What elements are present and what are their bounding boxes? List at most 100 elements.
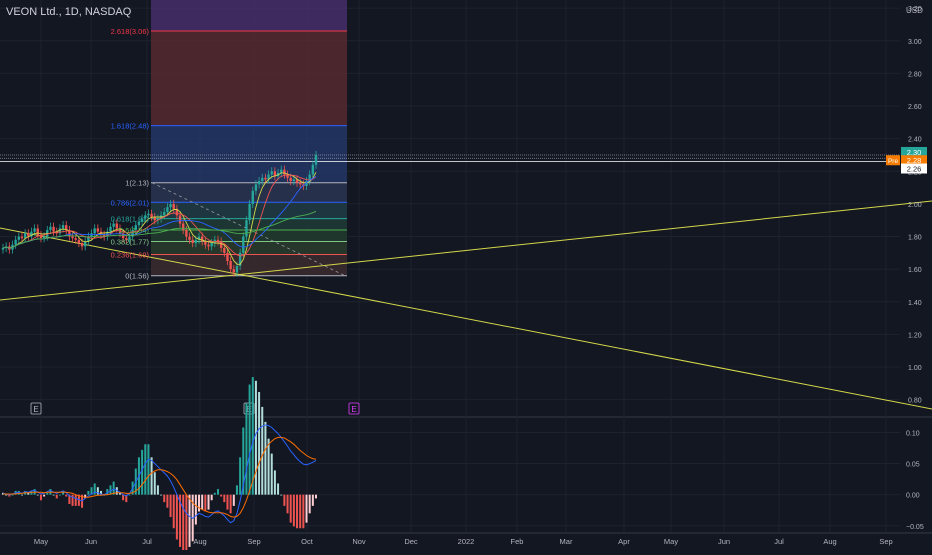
- time-tick-label: Jun: [718, 537, 730, 546]
- macd-histogram-bar: [163, 494, 166, 503]
- candle-body: [178, 215, 182, 224]
- candle-body: [77, 239, 81, 244]
- symbol-title: VEON Ltd., 1D, NASDAQ: [6, 6, 132, 18]
- candle-body: [270, 171, 273, 175]
- time-tick-label: Sep: [247, 537, 260, 546]
- macd-histogram-bar: [20, 494, 23, 496]
- time-tick-label: Dec: [404, 537, 418, 546]
- time-tick-label: Jun: [85, 537, 97, 546]
- price-tick-label: 2.80: [908, 71, 922, 78]
- fib-level-label: 0.786(2.01): [111, 198, 150, 207]
- macd-histogram-bar: [55, 494, 58, 499]
- time-tick-label: Feb: [511, 537, 524, 546]
- candle-body: [235, 265, 239, 273]
- candle-body: [71, 236, 74, 239]
- macd-histogram-bar: [71, 494, 74, 506]
- macd-histogram-bar: [226, 494, 229, 510]
- macd-histogram-bar: [245, 403, 248, 495]
- macd-histogram-bar: [258, 392, 261, 495]
- chart-area[interactable]: 2.618(3.06) 1.618(2.48) 1(2.13) 0.786(2.01)…: [0, 0, 932, 551]
- price-tick-label: 2.40: [908, 137, 922, 144]
- earnings-marker[interactable]: E: [30, 402, 42, 415]
- macd-histogram-bar: [156, 485, 159, 495]
- price-tick-label: 0.80: [908, 398, 922, 405]
- macd-histogram-bar: [112, 481, 115, 495]
- macd-histogram-bar: [213, 492, 216, 495]
- macd-histogram-bar: [296, 494, 299, 529]
- macd-histogram-bar: [273, 470, 276, 495]
- macd-histogram-bar: [283, 494, 286, 506]
- candle-body: [242, 236, 245, 253]
- time-tick-label: Oct: [301, 537, 314, 546]
- chart-canvas[interactable]: 2.618(3.06) 1.618(2.48) 1(2.13) 0.786(2.01)…: [0, 0, 932, 551]
- macd-histogram-bar: [210, 494, 213, 501]
- candle-body: [49, 226, 52, 231]
- candle-body: [257, 181, 261, 185]
- macd-histogram-bar: [36, 494, 39, 496]
- fib-level-label: 0.618(1.91): [111, 215, 150, 224]
- price-tick-label: 1.40: [908, 300, 922, 307]
- candle-body: [248, 203, 251, 221]
- macd-histogram-bar: [5, 494, 8, 496]
- macd-histogram-bar: [150, 457, 153, 495]
- candle-body: [251, 190, 254, 204]
- earnings-markers[interactable]: EEE: [30, 402, 360, 415]
- price-badge: 2.26: [901, 163, 927, 174]
- fib-level-label: 0.5(1.84): [119, 226, 150, 235]
- fib-level-label: 1.618(2.48): [111, 122, 150, 131]
- fib-level-label: 1(2.13): [125, 179, 149, 188]
- macd-histogram-bar: [52, 494, 55, 496]
- candle-body: [210, 243, 213, 247]
- earnings-marker[interactable]: E: [348, 402, 360, 415]
- candle-body: [109, 226, 112, 232]
- time-tick-label: Aug: [193, 537, 206, 546]
- candle-body: [232, 269, 235, 273]
- fib-level-label: 2.618(3.06): [111, 27, 150, 36]
- price-tick-label: 1.20: [908, 332, 922, 339]
- macd-histogram-bar: [201, 494, 204, 510]
- macd-histogram-bar: [144, 444, 147, 495]
- candle-body: [182, 223, 185, 231]
- candle-body: [169, 203, 172, 208]
- macd-histogram-bar: [74, 494, 77, 506]
- time-tick-label: Nov: [352, 537, 366, 546]
- macd-tick-label: 0.00: [906, 493, 920, 500]
- fib-extension-tool[interactable]: [151, 0, 347, 277]
- macd-histogram-bar: [289, 494, 292, 523]
- macd-histogram-bar: [220, 494, 223, 497]
- candle-body: [207, 244, 210, 247]
- macd-histogram-bar: [311, 494, 314, 506]
- macd-histogram-bar: [251, 377, 254, 495]
- macd-histogram-bar: [264, 421, 267, 495]
- candle-body: [216, 239, 220, 242]
- time-tick-label: May: [34, 537, 48, 546]
- price-tick-label: 3.00: [908, 39, 922, 46]
- price-tick-label: 1.80: [908, 235, 922, 242]
- macd-histogram-bar: [235, 485, 238, 495]
- macd-histogram-bar: [153, 472, 156, 495]
- candle-body: [311, 164, 315, 175]
- candle-body: [245, 220, 248, 237]
- candle-body: [194, 239, 198, 244]
- candle-body: [298, 182, 302, 185]
- candle-body: [226, 252, 229, 262]
- macd-histogram-bar: [223, 494, 226, 503]
- macd-histogram-bar: [46, 492, 49, 495]
- fib-labels: 2.618(3.06) 1.618(2.48) 1(2.13) 0.786(2.01)…: [111, 27, 150, 281]
- time-tick-label: Sep: [879, 537, 892, 546]
- candle-body: [115, 223, 119, 229]
- macd-histogram-bar: [188, 494, 191, 547]
- candle-body: [283, 169, 286, 175]
- price-tick-label: 2.60: [908, 104, 922, 111]
- candle-body: [33, 228, 36, 232]
- candle-body: [188, 236, 191, 240]
- macd-histogram-bar: [267, 438, 270, 495]
- price-tick-label: 1.00: [908, 365, 922, 372]
- price-badge-value: 2.26: [907, 165, 922, 174]
- price-tick-label: 2.00: [908, 202, 922, 209]
- macd-histogram-bar: [128, 494, 131, 496]
- earnings-marker-label: E: [351, 405, 356, 414]
- fib-band: [151, 182, 347, 203]
- grid: [0, 0, 932, 534]
- macd-histogram-bar: [11, 494, 14, 496]
